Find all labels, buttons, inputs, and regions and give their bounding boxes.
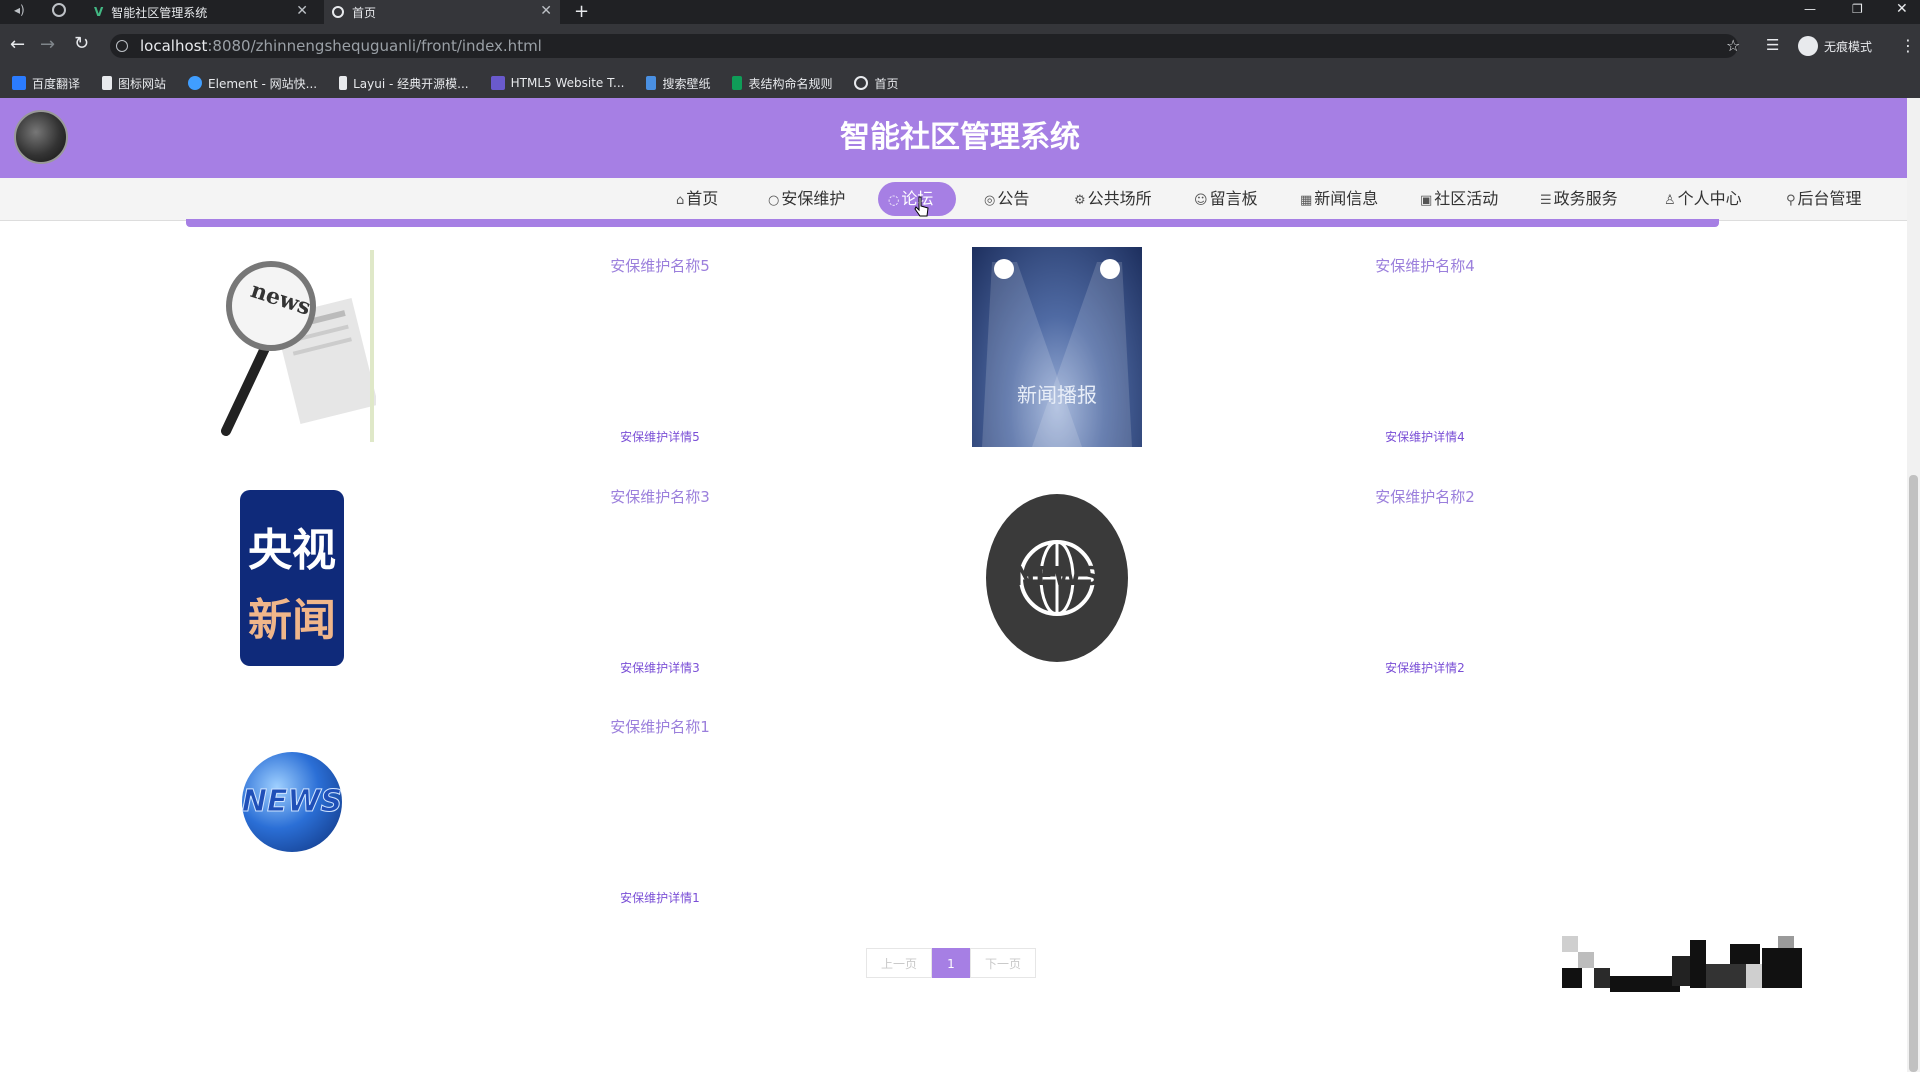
page-1-button[interactable]: 1 (932, 948, 970, 978)
mouse-cursor-icon (914, 196, 930, 218)
vue-icon: V (94, 5, 104, 19)
minimize-icon[interactable]: — (1804, 2, 1816, 16)
card-detail[interactable]: 安保维护详情3 (510, 659, 810, 676)
prev-page-button[interactable]: 上一页 (866, 948, 932, 978)
bookmark-item[interactable]: 图标网站 (102, 75, 166, 92)
menu-icon[interactable]: ⋮ (1900, 36, 1916, 55)
globe-badge-text: NEWS (1013, 562, 1101, 592)
close-icon[interactable]: ✕ (296, 3, 308, 19)
nav-underline (186, 219, 1719, 227)
restore-icon[interactable]: ❐ (1852, 2, 1863, 16)
news-spotlight-image (982, 259, 1132, 447)
sliders-icon: ☰ (1540, 193, 1552, 208)
incognito-icon (1798, 36, 1818, 56)
nav-item-security[interactable]: ○ 安保维护 (768, 178, 845, 220)
element-icon (188, 76, 203, 90)
card-name[interactable]: 安保维护名称1 (510, 716, 810, 737)
news-magnifier-image (221, 250, 376, 442)
card-image[interactable]: NEWS (238, 748, 346, 868)
card-name[interactable]: 安保维护名称5 (510, 255, 810, 276)
home-icon: ⌂ (676, 193, 685, 208)
card-image[interactable]: NEWS (986, 494, 1128, 662)
bookmark-item[interactable]: 首页 (854, 75, 899, 92)
info-icon (116, 40, 128, 52)
nav-item-news[interactable]: ▦ 新闻信息 (1300, 178, 1378, 220)
bookmarks-bar: 百度翻译 图标网站 Element - 网站快... Layui - 经典开源模… (0, 68, 1920, 98)
bookmark-item[interactable]: 搜索壁纸 (646, 75, 710, 92)
card-image[interactable]: 央视 新闻 (240, 490, 344, 666)
gear-icon: ⚙ (1074, 193, 1086, 208)
smile-icon: ☺ (1194, 193, 1208, 208)
tab-search-icon[interactable] (52, 3, 66, 17)
card-detail[interactable]: 安保维护详情2 (1275, 659, 1575, 676)
link-icon: ⚲ (1786, 193, 1796, 208)
circle-icon: ○ (768, 193, 780, 208)
incognito-profile-button[interactable]: 无痕模式 (1798, 36, 1872, 56)
nav-item-government-service[interactable]: ☰ 政务服务 (1540, 178, 1618, 220)
pagination: 上一页 1 下一页 (866, 948, 1036, 978)
layui-icon (339, 76, 348, 90)
spotlight-text: 新闻播报 (1017, 383, 1097, 407)
flag-icon (102, 76, 113, 90)
watermark-image (1552, 936, 1812, 1004)
bookmark-item[interactable]: 表结构命名规则 (732, 75, 832, 92)
nav-item-community-activity[interactable]: ▣ 社区活动 (1420, 178, 1498, 220)
bookmark-star-icon[interactable]: ☆ (1726, 36, 1740, 55)
bookmark-item[interactable]: Element - 网站快... (188, 75, 317, 92)
calendar-icon: ▣ (1420, 193, 1433, 208)
scrollbar-thumb[interactable] (1909, 475, 1918, 1072)
new-tab-button[interactable]: + (574, 0, 589, 24)
globe-icon (854, 76, 869, 90)
card-detail[interactable]: 安保维护详情4 (1275, 428, 1575, 445)
profile-label: 无痕模式 (1824, 39, 1873, 54)
site-title: 智能社区管理系统 (840, 120, 1080, 155)
media-icon[interactable]: ◂) (14, 3, 25, 17)
chat-icon: ◌ (888, 193, 900, 208)
card-detail[interactable]: 安保维护详情5 (510, 428, 810, 445)
back-icon[interactable]: ← (10, 34, 25, 55)
translate-icon (12, 76, 26, 90)
card-name[interactable]: 安保维护名称3 (510, 486, 810, 507)
nav-item-admin[interactable]: ⚲ 后台管理 (1786, 178, 1862, 220)
bookmark-item[interactable]: 百度翻译 (12, 75, 80, 92)
url-path: :8080/zhinnengshequguanli/front/index.ht… (207, 37, 542, 55)
close-icon[interactable]: ✕ (540, 3, 552, 19)
reading-list-icon[interactable]: ☰ (1766, 36, 1779, 54)
card-image[interactable]: 新闻播报 (972, 247, 1142, 447)
wallpaper-icon (646, 76, 657, 90)
nav-item-public-places[interactable]: ⚙ 公共场所 (1074, 178, 1152, 220)
bookmark-item[interactable]: HTML5 Website T... (490, 76, 624, 90)
tab-home[interactable]: 首页 ✕ (324, 0, 560, 24)
card-name[interactable]: 安保维护名称4 (1275, 255, 1575, 276)
card-image[interactable]: news (206, 246, 376, 446)
reload-icon[interactable]: ↻ (74, 33, 89, 54)
tab-admin[interactable]: V 智能社区管理系统 ✕ (86, 0, 316, 24)
cctv-line2: 新闻 (248, 595, 336, 646)
window-close-icon[interactable]: ✕ (1896, 1, 1908, 17)
grid-icon: ▦ (1300, 193, 1313, 208)
forward-icon[interactable]: → (40, 34, 55, 55)
earth-text: NEWS (241, 784, 343, 820)
next-page-button[interactable]: 下一页 (970, 948, 1036, 978)
card-name[interactable]: 安保维护名称2 (1275, 486, 1575, 507)
nav-item-personal-center[interactable]: ♙ 个人中心 (1664, 178, 1742, 220)
address-bar[interactable]: localhost:8080/zhinnengshequguanli/front… (110, 34, 1738, 58)
card-detail[interactable]: 安保维护详情1 (510, 889, 810, 906)
cctv-line1: 央视 (248, 525, 336, 576)
bookmark-item[interactable]: Layui - 经典开源模... (339, 75, 469, 92)
user-icon: ♙ (1664, 193, 1676, 208)
nav-item-announcement[interactable]: ◎ 公告 (984, 178, 1029, 220)
tab-label: 智能社区管理系统 (111, 5, 208, 20)
globe-icon (332, 6, 344, 18)
tab-label: 首页 (352, 5, 377, 20)
url-host: localhost (140, 37, 208, 55)
nav-item-home[interactable]: ⌂ 首页 (676, 178, 718, 220)
html5-icon (490, 76, 505, 90)
sheet-icon (732, 76, 743, 90)
announce-icon: ◎ (984, 193, 996, 208)
nav-item-message-board[interactable]: ☺ 留言板 (1194, 178, 1258, 220)
